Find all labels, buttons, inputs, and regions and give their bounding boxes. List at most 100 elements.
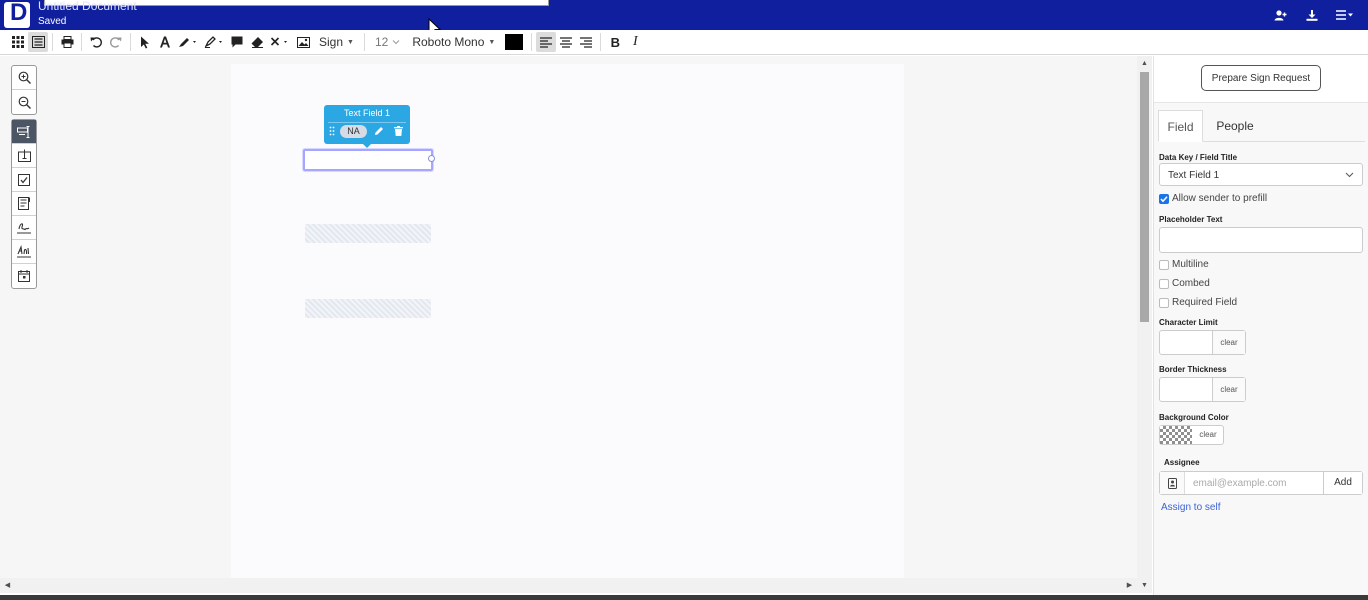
popover-divider xyxy=(328,122,406,123)
hamburger-menu-icon[interactable] xyxy=(1334,6,1354,24)
add-text-icon[interactable] xyxy=(155,32,175,52)
comment-icon[interactable] xyxy=(227,32,247,52)
checkbox-tool-icon[interactable] xyxy=(12,168,36,192)
app-logo[interactable]: D xyxy=(4,0,30,28)
caret-down-icon: ▼ xyxy=(488,38,496,46)
signature-tool-icon[interactable] xyxy=(12,216,36,240)
toolbar-separator xyxy=(81,33,82,51)
zoom-controls xyxy=(11,65,37,115)
background-color-clear-button[interactable]: clear xyxy=(1193,426,1223,444)
assign-to-self-link[interactable]: Assign to self xyxy=(1161,502,1220,513)
highlighter-icon[interactable] xyxy=(201,32,227,52)
toolbar-separator xyxy=(130,33,131,51)
pencil-icon[interactable] xyxy=(374,126,384,136)
scroll-right-icon[interactable]: ▶ xyxy=(1122,578,1137,593)
text-color-swatch[interactable] xyxy=(505,34,524,50)
required-field-label: Required Field xyxy=(1172,297,1238,308)
horizontal-scrollbar[interactable]: ◀ ▶ xyxy=(0,578,1137,593)
address-book-icon[interactable] xyxy=(1160,472,1185,494)
chevron-down-icon xyxy=(392,39,400,45)
multiline-checkbox[interactable] xyxy=(1159,260,1169,270)
font-size-select[interactable]: 12 xyxy=(369,32,406,52)
font-family-select[interactable]: Roboto Mono ▼ xyxy=(406,32,501,52)
allow-prefill-checkbox[interactable] xyxy=(1159,194,1169,204)
add-assignee-button[interactable]: Add xyxy=(1323,472,1362,494)
border-thickness-input[interactable] xyxy=(1160,378,1212,401)
prepare-sign-request-button[interactable]: Prepare Sign Request xyxy=(1201,65,1321,91)
character-limit-input[interactable] xyxy=(1160,331,1212,354)
checkmark-icon xyxy=(1160,196,1168,203)
align-left-icon[interactable] xyxy=(536,32,557,52)
document-title[interactable]: Untitled Document xyxy=(38,0,137,13)
add-person-icon[interactable] xyxy=(1270,6,1290,24)
required-field-checkbox[interactable] xyxy=(1159,298,1169,308)
text-box-tool-icon[interactable] xyxy=(12,144,36,168)
tool-rail xyxy=(11,65,37,293)
popover-arrow xyxy=(362,143,372,148)
tab-people[interactable]: People xyxy=(1210,110,1260,142)
placeholder-field[interactable] xyxy=(305,299,431,318)
form-field-tool-icon[interactable] xyxy=(12,192,36,216)
field-properties-panel: Prepare Sign Request Field People Data K… xyxy=(1153,56,1368,595)
drag-handle-icon[interactable] xyxy=(329,126,335,136)
border-thickness-clear-button[interactable]: clear xyxy=(1212,378,1245,401)
combed-checkbox[interactable] xyxy=(1159,279,1169,289)
vertical-scroll-thumb[interactable] xyxy=(1140,72,1149,322)
toolbar-separator xyxy=(52,33,53,51)
placeholder-text-input[interactable] xyxy=(1159,227,1363,253)
placeholder-text-label: Placeholder Text xyxy=(1159,215,1223,224)
italic-button[interactable]: I xyxy=(625,32,645,52)
data-key-label: Data Key / Field Title xyxy=(1159,153,1238,162)
assignee-email-input[interactable] xyxy=(1186,472,1322,494)
document-canvas[interactable] xyxy=(0,56,1137,578)
grid-view-icon[interactable] xyxy=(8,32,28,52)
background-color-swatch[interactable] xyxy=(1160,426,1192,444)
print-icon[interactable] xyxy=(57,32,77,52)
undo-icon[interactable] xyxy=(86,32,106,52)
data-key-select[interactable]: Text Field 1 xyxy=(1159,163,1363,186)
character-limit-group: clear xyxy=(1159,330,1246,355)
date-tool-icon[interactable] xyxy=(12,264,36,288)
freehand-pen-icon[interactable] xyxy=(175,32,201,52)
background-color-group: clear xyxy=(1159,425,1224,445)
scroll-down-icon[interactable]: ▼ xyxy=(1137,578,1152,593)
signature-dropdown-label: Sign xyxy=(319,35,344,49)
bold-button[interactable]: B xyxy=(605,32,625,52)
initials-tool-icon[interactable] xyxy=(12,240,36,264)
placeholder-field[interactable] xyxy=(305,224,431,243)
eraser-icon[interactable] xyxy=(247,32,267,52)
background-color-label: Background Color xyxy=(1159,413,1229,422)
select-pointer-icon[interactable] xyxy=(135,32,155,52)
signature-dropdown[interactable]: Sign ▼ xyxy=(313,32,360,52)
align-right-icon[interactable] xyxy=(576,32,596,52)
scroll-left-icon[interactable]: ◀ xyxy=(0,578,15,593)
allow-prefill-label: Allow sender to prefill xyxy=(1172,193,1268,204)
cross-mark-icon[interactable] xyxy=(267,32,293,52)
vertical-scrollbar[interactable]: ▲ ▼ xyxy=(1137,56,1152,593)
character-limit-clear-button[interactable]: clear xyxy=(1212,331,1245,354)
scroll-up-icon[interactable]: ▲ xyxy=(1137,56,1152,71)
selected-text-field[interactable] xyxy=(303,149,433,171)
insert-image-icon[interactable] xyxy=(293,32,313,52)
list-view-icon[interactable] xyxy=(28,32,48,52)
assignee-group: Add xyxy=(1159,471,1363,495)
redo-icon[interactable] xyxy=(106,32,126,52)
font-family-value: Roboto Mono xyxy=(412,35,485,49)
trash-icon[interactable] xyxy=(394,126,403,136)
download-icon[interactable] xyxy=(1302,6,1322,24)
app-window: D Untitled Document Saved Sign ▼ 12 Robo… xyxy=(0,0,1368,600)
tab-field[interactable]: Field xyxy=(1158,110,1203,142)
text-field-tool-icon[interactable] xyxy=(12,120,36,144)
window-bottom-edge xyxy=(0,595,1368,600)
data-key-value: Text Field 1 xyxy=(1168,170,1220,181)
zoom-in-icon[interactable] xyxy=(12,66,36,90)
field-assignee-tag[interactable]: NA xyxy=(340,125,367,138)
zoom-out-icon[interactable] xyxy=(12,90,36,114)
toolbar-separator xyxy=(600,33,602,51)
border-thickness-label: Border Thickness xyxy=(1159,365,1227,374)
editor-toolbar: Sign ▼ 12 Roboto Mono ▼ B I xyxy=(0,30,1368,55)
field-tools xyxy=(11,119,37,289)
save-status: Saved xyxy=(38,16,67,27)
align-center-icon[interactable] xyxy=(556,32,576,52)
field-resize-handle[interactable] xyxy=(428,155,435,162)
